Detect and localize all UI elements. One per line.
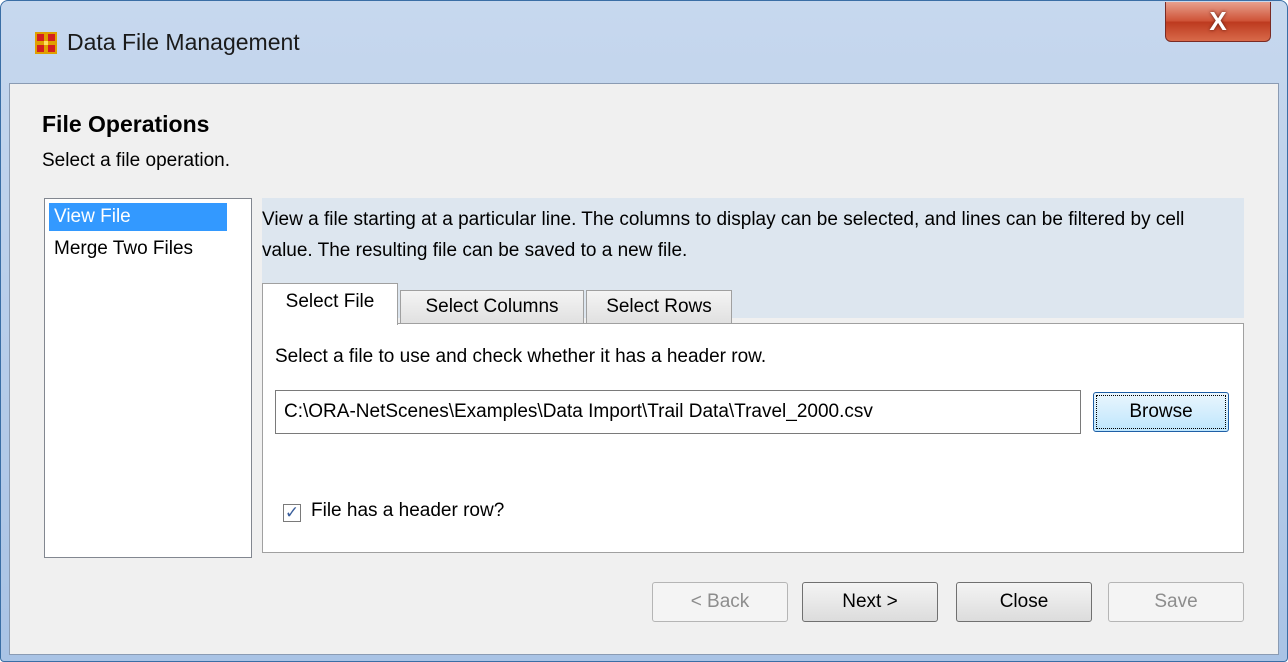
file-path-input[interactable]: [275, 390, 1081, 434]
window-close-button[interactable]: X: [1165, 2, 1271, 42]
tab-select-columns[interactable]: Select Columns: [400, 290, 584, 324]
save-button[interactable]: Save: [1108, 582, 1244, 622]
dialog-window: Data File Management X File Operations S…: [0, 0, 1288, 662]
close-button[interactable]: Close: [956, 582, 1092, 622]
header-row-checkbox[interactable]: ✓: [283, 504, 301, 522]
header-row-checkbox-label[interactable]: File has a header row?: [311, 500, 504, 522]
operation-list: View File Merge Two Files: [44, 198, 252, 558]
page-title: File Operations: [42, 111, 210, 137]
page-subtitle: Select a file operation.: [42, 150, 231, 171]
title-bar[interactable]: Data File Management X: [1, 1, 1287, 83]
checkmark-icon: ✓: [284, 503, 300, 522]
window-title: Data File Management: [67, 29, 300, 55]
tab-select-file[interactable]: Select File: [262, 283, 398, 325]
tab-select-rows[interactable]: Select Rows: [586, 290, 732, 324]
next-button[interactable]: Next >: [802, 582, 938, 622]
operation-description: View a file starting at a particular lin…: [262, 209, 1185, 261]
select-file-instruction: Select a file to use and check whether i…: [275, 346, 767, 367]
select-file-panel: Select a file to use and check whether i…: [262, 323, 1244, 553]
app-grid-icon: [35, 32, 57, 54]
operation-item-view-file[interactable]: View File: [49, 203, 227, 231]
browse-button[interactable]: Browse: [1093, 392, 1229, 432]
back-button[interactable]: < Back: [652, 582, 788, 622]
operation-item-merge-two-files[interactable]: Merge Two Files: [49, 235, 198, 263]
dialog-content: File Operations Select a file operation.…: [9, 83, 1279, 655]
close-icon: X: [1209, 6, 1227, 36]
